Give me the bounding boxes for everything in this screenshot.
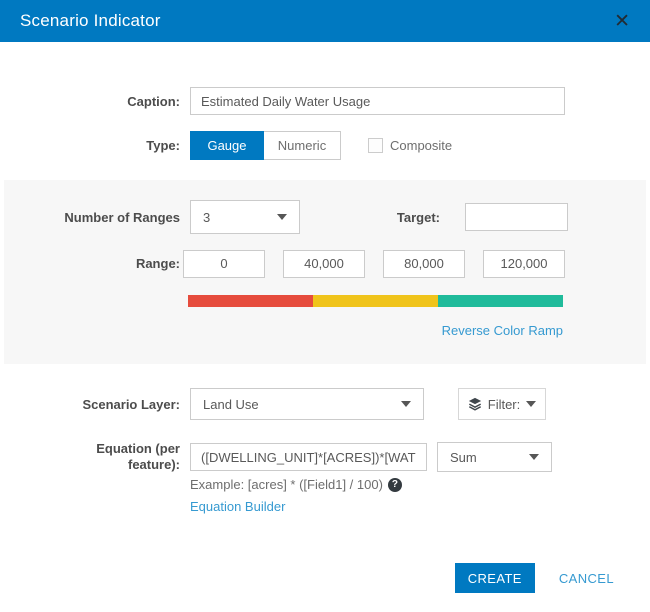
- scenario-layer-dropdown[interactable]: Land Use: [190, 388, 424, 420]
- color-ramp: [188, 295, 563, 307]
- composite-checkbox[interactable]: [368, 137, 383, 153]
- scenario-layer-value: Land Use: [203, 396, 259, 412]
- number-of-ranges-row: Number of Ranges 3 Target:: [4, 200, 646, 234]
- target-input[interactable]: [465, 203, 568, 231]
- scenario-layer-label: Scenario Layer:: [82, 396, 180, 412]
- number-of-ranges-dropdown[interactable]: 3: [190, 200, 300, 234]
- caption-input[interactable]: [190, 87, 565, 115]
- help-icon[interactable]: ?: [387, 477, 402, 492]
- caption-label: Caption:: [127, 93, 180, 109]
- type-option-numeric[interactable]: Numeric: [264, 130, 341, 160]
- composite-label: Composite: [390, 137, 453, 153]
- equation-builder-row: Equation Builder: [190, 498, 285, 516]
- reverse-color-ramp-link[interactable]: Reverse Color Ramp: [442, 323, 563, 338]
- equation-example-text: Example: [acres] * ([Field1] / 100): [190, 477, 383, 492]
- equation-builder-link[interactable]: Equation Builder: [190, 499, 285, 514]
- number-of-ranges-label: Number of Ranges: [64, 209, 180, 225]
- type-label: Type:: [146, 137, 180, 153]
- close-icon[interactable]: ✕: [614, 12, 630, 31]
- dialog-titlebar: Scenario Indicator ✕: [0, 0, 650, 42]
- composite-checkbox-wrap[interactable]: Composite: [368, 137, 453, 153]
- color-ramp-red: [188, 295, 313, 307]
- scenario-indicator-dialog: Scenario Indicator ✕ Caption: Type: Gaug…: [0, 0, 650, 612]
- range-input-1[interactable]: [183, 249, 265, 278]
- equation-label: Equation (per feature):: [96, 440, 180, 472]
- caption-row: Caption:: [0, 86, 650, 116]
- range-label: Range:: [135, 256, 180, 271]
- cancel-button[interactable]: CANCEL: [553, 570, 620, 587]
- filter-label: Filter:: [487, 396, 521, 412]
- range-row: Range:: [4, 247, 646, 280]
- number-of-ranges-value: 3: [203, 209, 211, 225]
- range-input-2[interactable]: [283, 249, 365, 278]
- chevron-down-icon: [401, 401, 411, 407]
- type-row: Type: Gauge Numeric Composite: [0, 130, 650, 160]
- aggregation-value: Sum: [450, 449, 477, 465]
- filter-dropdown[interactable]: Filter:: [458, 388, 546, 420]
- chevron-down-icon: [277, 214, 287, 220]
- scenario-layer-row: Scenario Layer: Land Use Filter:: [0, 388, 650, 420]
- dialog-footer: CREATE CANCEL: [454, 563, 620, 593]
- equation-row: Equation (per feature): Sum: [0, 441, 650, 473]
- reverse-color-ramp-row: Reverse Color Ramp: [188, 322, 563, 340]
- target-label: Target:: [396, 209, 440, 225]
- chevron-down-icon: [529, 454, 539, 460]
- chevron-down-icon: [526, 401, 537, 407]
- aggregation-dropdown[interactable]: Sum: [437, 442, 552, 472]
- range-input-4[interactable]: [483, 249, 565, 278]
- range-input-3[interactable]: [383, 249, 465, 278]
- color-ramp-yellow: [313, 295, 438, 307]
- ranges-panel: Number of Ranges 3 Target: Range: Revers: [4, 180, 646, 364]
- range-inputs: [183, 249, 565, 278]
- equation-input[interactable]: [190, 443, 427, 471]
- create-button[interactable]: CREATE: [454, 563, 535, 593]
- dialog-title: Scenario Indicator: [20, 11, 161, 30]
- type-option-gauge[interactable]: Gauge: [190, 130, 264, 160]
- color-ramp-green: [438, 295, 563, 307]
- layers-icon: [468, 397, 482, 411]
- type-segmented-control: Gauge Numeric: [190, 130, 341, 160]
- equation-example-row: Example: [acres] * ([Field1] / 100) ?: [190, 477, 402, 492]
